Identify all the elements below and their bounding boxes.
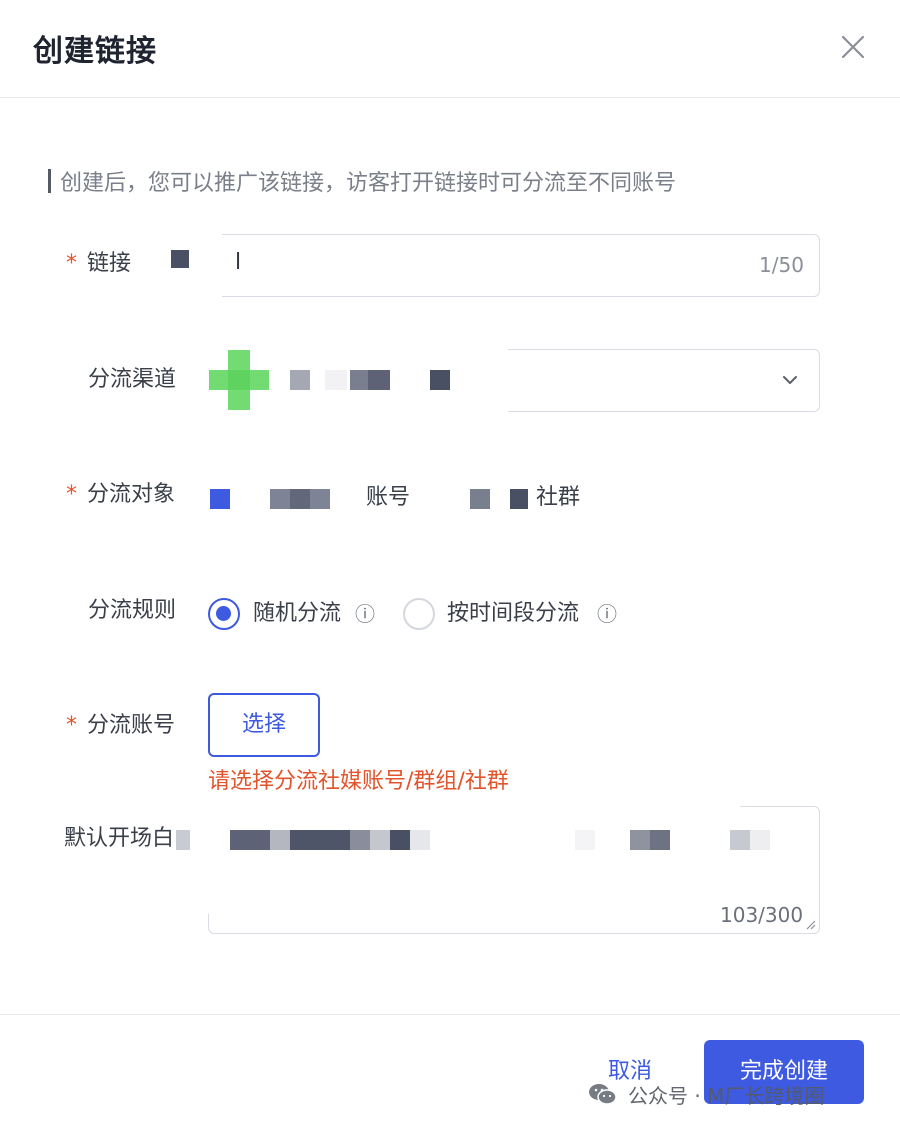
accounts-error-message: 请选择分流社媒账号/群组/社群 bbox=[208, 769, 509, 794]
required-mark: * bbox=[66, 251, 77, 276]
chevron-down-icon[interactable] bbox=[778, 368, 802, 392]
blurred-icon bbox=[171, 250, 189, 268]
watermark-text: 公众号 · M厂长跨境圈 bbox=[628, 1083, 825, 1108]
info-icon[interactable]: ⓘ bbox=[355, 598, 375, 630]
wechat-icon bbox=[589, 1084, 617, 1105]
blurred-text bbox=[230, 830, 270, 850]
rule-radio-timeslot[interactable] bbox=[403, 598, 435, 630]
hint-row: 创建后，您可以推广该链接，访客打开链接时可分流至不同账号 bbox=[48, 166, 676, 196]
info-icon[interactable]: ⓘ bbox=[597, 598, 617, 630]
rule-label: 分流规则 bbox=[88, 598, 177, 623]
link-label: * 链接 bbox=[66, 248, 131, 280]
hint-text: 创建后，您可以推广该链接，访客打开链接时可分流至不同账号 bbox=[60, 171, 677, 196]
watermark: 公众号 · M厂长跨境圈 bbox=[588, 1078, 824, 1110]
hint-bar bbox=[48, 169, 51, 193]
redaction-mask bbox=[206, 804, 740, 818]
rule-option-timeslot[interactable]: 按时间段分流 bbox=[447, 598, 579, 630]
target-option-community[interactable]: 社群 bbox=[536, 482, 580, 514]
redaction-mask bbox=[482, 347, 508, 415]
required-mark: * bbox=[66, 713, 77, 738]
link-input-value: l bbox=[235, 250, 242, 275]
select-accounts-button[interactable]: 选择 bbox=[208, 693, 320, 757]
redaction-mask bbox=[206, 232, 222, 300]
channel-select[interactable] bbox=[484, 349, 820, 412]
rule-option-random[interactable]: 随机分流 bbox=[253, 598, 341, 630]
dialog-title: 创建链接 bbox=[33, 34, 157, 69]
accounts-label: * 分流账号 bbox=[66, 710, 175, 742]
close-icon[interactable] bbox=[836, 30, 870, 64]
link-label-text: 链接 bbox=[87, 251, 132, 276]
resize-handle-icon[interactable] bbox=[804, 918, 816, 930]
dialog-header: 创建链接 bbox=[0, 0, 900, 98]
link-char-counter: 1/50 bbox=[759, 253, 804, 277]
link-input[interactable] bbox=[208, 234, 820, 297]
target-option-account[interactable]: 账号 bbox=[366, 482, 410, 514]
channel-label: 分流渠道 bbox=[88, 367, 177, 392]
blurred-text bbox=[510, 489, 528, 509]
greeting-label: 默认开场白 bbox=[64, 826, 175, 851]
greeting-char-counter: 103/300 bbox=[720, 903, 804, 927]
target-label-text: 分流对象 bbox=[87, 482, 176, 507]
rule-radio-random[interactable] bbox=[208, 598, 240, 630]
target-radio-community[interactable] bbox=[470, 489, 490, 509]
blurred-text bbox=[290, 370, 310, 390]
required-mark: * bbox=[66, 482, 77, 507]
accounts-label-text: 分流账号 bbox=[87, 713, 176, 738]
create-link-dialog: 创建链接 创建后，您可以推广该链接，访客打开链接时可分流至不同账号 * 链接 l … bbox=[0, 0, 900, 1128]
footer-divider bbox=[0, 1014, 900, 1015]
target-label: * 分流对象 bbox=[66, 479, 175, 511]
target-radio-account[interactable] bbox=[210, 489, 230, 509]
